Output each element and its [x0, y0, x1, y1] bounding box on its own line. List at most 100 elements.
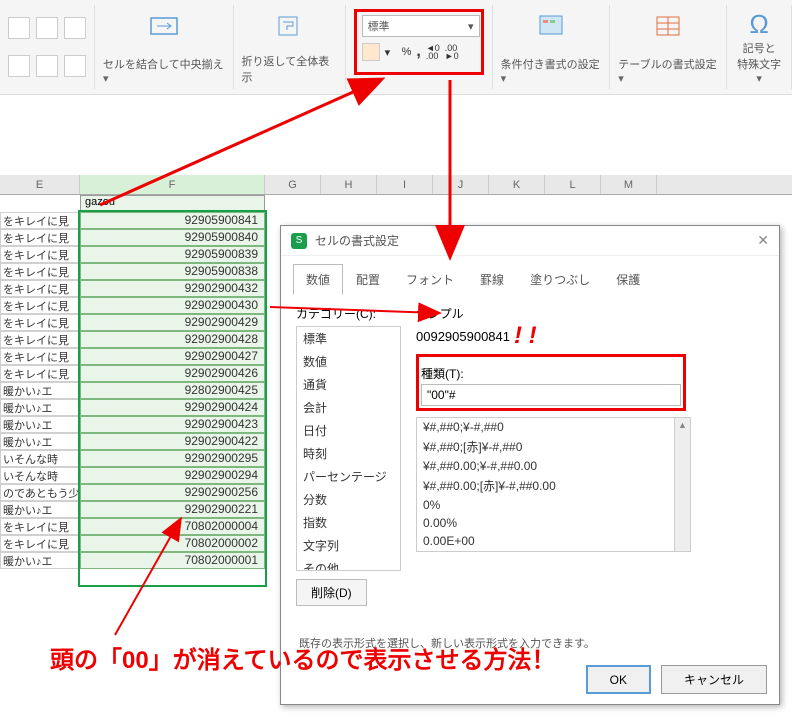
cell-e[interactable]: いそんな時: [0, 467, 80, 484]
table-format-icon[interactable]: [651, 9, 685, 43]
category-list[interactable]: 標準数値通貨会計日付時刻パーセンテージ分数指数文字列その他ユーザー設定: [296, 326, 401, 571]
cell-f[interactable]: 92902900427: [80, 348, 265, 365]
format-item[interactable]: ¥#,##0.00;¥-#,##0.00: [417, 457, 690, 475]
align-top-icon[interactable]: [8, 55, 30, 77]
wrap-icon[interactable]: [272, 9, 306, 43]
increase-decimal-icon[interactable]: ◄0.00: [426, 44, 440, 60]
chevron-down-icon[interactable]: ▾: [618, 73, 624, 85]
category-item[interactable]: 文字列: [297, 534, 400, 557]
cell-f[interactable]: 92902900429: [80, 314, 265, 331]
cell-e[interactable]: 暖かい♪エ: [0, 501, 80, 518]
cell-f[interactable]: 92802900425: [80, 382, 265, 399]
tab-1[interactable]: 配置: [343, 264, 393, 295]
col-header-h[interactable]: H: [321, 175, 377, 194]
cell-e[interactable]: 暖かい♪エ: [0, 433, 80, 450]
cell-e[interactable]: をキレイに見: [0, 314, 80, 331]
align-center-icon[interactable]: [36, 17, 58, 39]
align-bot-icon[interactable]: [64, 55, 86, 77]
cell-f[interactable]: 92902900424: [80, 399, 265, 416]
cell-f[interactable]: 92902900221: [80, 501, 265, 518]
cell-f[interactable]: 70802000001: [80, 552, 265, 569]
format-item[interactable]: ¥#,##0;[赤]¥-#,##0: [417, 436, 690, 457]
col-header-g[interactable]: G: [265, 175, 321, 194]
align-right-icon[interactable]: [64, 17, 86, 39]
col-header-e[interactable]: E: [0, 175, 80, 194]
merge-icon[interactable]: [147, 9, 181, 43]
category-item[interactable]: その他: [297, 557, 400, 571]
cell-e[interactable]: をキレイに見: [0, 518, 80, 535]
align-mid-icon[interactable]: [36, 55, 58, 77]
tab-4[interactable]: 塗りつぶし: [517, 264, 603, 295]
cell-f[interactable]: 70802000004: [80, 518, 265, 535]
delete-button[interactable]: 削除(D): [296, 579, 367, 606]
cell-f[interactable]: 92905900840: [80, 229, 265, 246]
cell-e[interactable]: をキレイに見: [0, 229, 80, 246]
cell-e[interactable]: いそんな時: [0, 450, 80, 467]
category-item[interactable]: 標準: [297, 327, 400, 350]
cell-f[interactable]: 70802000002: [80, 535, 265, 552]
col-header-l[interactable]: L: [545, 175, 601, 194]
category-item[interactable]: 時刻: [297, 442, 400, 465]
cond-format-icon[interactable]: [534, 9, 568, 43]
category-item[interactable]: 数値: [297, 350, 400, 373]
cell-e[interactable]: 暖かい♪エ: [0, 552, 80, 569]
category-item[interactable]: 分数: [297, 488, 400, 511]
cell-f[interactable]: 92902900422: [80, 433, 265, 450]
cell-e[interactable]: をキレイに見: [0, 280, 80, 297]
cell-f[interactable]: 92905900839: [80, 246, 265, 263]
currency-icon[interactable]: [362, 43, 380, 61]
tab-2[interactable]: フォント: [393, 264, 467, 295]
cell-e[interactable]: をキレイに見: [0, 348, 80, 365]
cell-e[interactable]: のであともう少: [0, 484, 80, 501]
gazou-header[interactable]: gazou: [80, 195, 265, 212]
cell-f[interactable]: 92902900428: [80, 331, 265, 348]
category-item[interactable]: 日付: [297, 419, 400, 442]
comma-button[interactable]: ,: [416, 43, 420, 61]
align-left-icon[interactable]: [8, 17, 30, 39]
number-format-combo[interactable]: 標準 ▾: [362, 15, 480, 37]
cell-e[interactable]: をキレイに見: [0, 535, 80, 552]
cell-f[interactable]: 92902900430: [80, 297, 265, 314]
close-icon[interactable]: ✕: [757, 232, 769, 249]
category-item[interactable]: 通貨: [297, 373, 400, 396]
cell-e[interactable]: をキレイに見: [0, 246, 80, 263]
percent-button[interactable]: %: [402, 46, 412, 58]
col-header-i[interactable]: I: [377, 175, 433, 194]
cell-f[interactable]: 92902900432: [80, 280, 265, 297]
cell-f[interactable]: 92905900838: [80, 263, 265, 280]
decrease-decimal-icon[interactable]: .00►0: [445, 44, 459, 60]
cell-f[interactable]: 92902900294: [80, 467, 265, 484]
cell-e[interactable]: をキレイに見: [0, 297, 80, 314]
cell-f[interactable]: 92905900841: [80, 212, 265, 229]
col-header-m[interactable]: M: [601, 175, 657, 194]
chevron-down-icon[interactable]: ▾: [756, 73, 762, 85]
cell-e[interactable]: をキレイに見: [0, 263, 80, 280]
col-header-f[interactable]: F: [80, 175, 265, 194]
cell-f[interactable]: 92902900423: [80, 416, 265, 433]
cell-e[interactable]: をキレイに見: [0, 365, 80, 382]
format-item[interactable]: ¥#,##0.00;[赤]¥-#,##0.00: [417, 475, 690, 496]
category-item[interactable]: パーセンテージ: [297, 465, 400, 488]
omega-icon[interactable]: Ω: [742, 9, 776, 40]
category-item[interactable]: 指数: [297, 511, 400, 534]
format-item[interactable]: 0.00E+00: [417, 532, 690, 550]
cancel-button[interactable]: キャンセル: [661, 665, 767, 694]
col-header-k[interactable]: K: [489, 175, 545, 194]
cell-e[interactable]: をキレイに見: [0, 331, 80, 348]
cell-f[interactable]: 92902900295: [80, 450, 265, 467]
chevron-down-icon[interactable]: ▾: [501, 73, 507, 85]
cell-f[interactable]: 92902900426: [80, 365, 265, 382]
ok-button[interactable]: OK: [586, 665, 651, 694]
cell-e[interactable]: 暖かい♪エ: [0, 399, 80, 416]
format-item[interactable]: 0%: [417, 496, 690, 514]
scrollbar[interactable]: [674, 418, 690, 551]
cell-e[interactable]: 暖かい♪エ: [0, 416, 80, 433]
format-list[interactable]: ¥#,##0;¥-#,##0¥#,##0;[赤]¥-#,##0¥#,##0.00…: [416, 417, 691, 552]
chevron-down-icon[interactable]: ▾: [385, 46, 397, 59]
type-input[interactable]: [421, 384, 681, 406]
chevron-down-icon[interactable]: ▾: [103, 73, 109, 85]
cell-e[interactable]: 暖かい♪エ: [0, 382, 80, 399]
tab-3[interactable]: 罫線: [467, 264, 517, 295]
tab-5[interactable]: 保護: [603, 264, 653, 295]
cell-f[interactable]: 92902900256: [80, 484, 265, 501]
